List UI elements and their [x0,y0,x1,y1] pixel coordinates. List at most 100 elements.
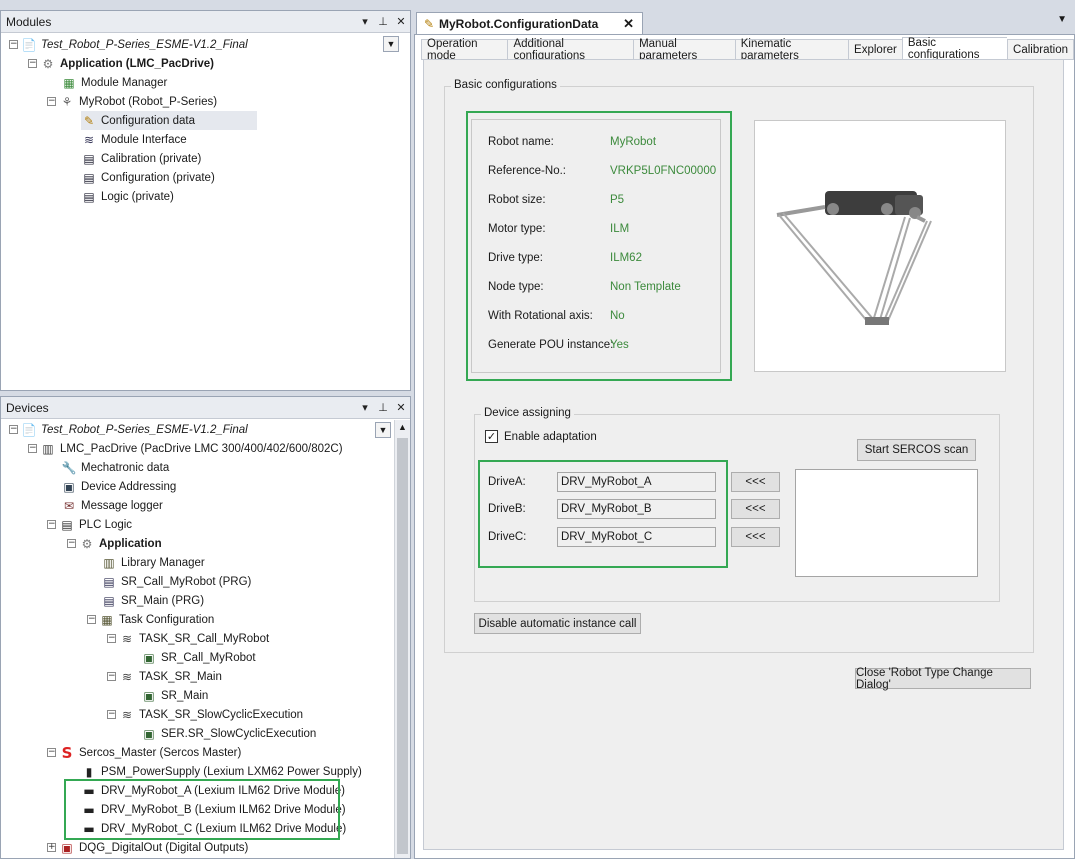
tree-item-sr-call-myrobot[interactable]: ▣ SR_Call_MyRobot [141,648,256,667]
tree-item-dqg-digitalout[interactable]: + ▣ DQG_DigitalOut (Digital Outputs) [47,838,248,857]
tree-item-project[interactable]: − 📄 Test_Robot_P-Series_ESME-V1.2_Final [9,420,248,439]
tree-item-sr-main[interactable]: ▣ SR_Main [141,686,208,705]
tree-item-sercos-master[interactable]: − S Sercos_Master (Sercos Master) [47,743,241,762]
pin-icon[interactable]: ⊥ [374,401,392,414]
tab-calibration[interactable]: Calibration [1007,39,1075,60]
close-robot-type-change-dialog-button[interactable]: Close 'Robot Type Change Dialog' [855,667,1031,691]
tab-basic-configurations[interactable]: Basic configurations [901,37,1008,61]
tree-item-task-sr-main[interactable]: − ≋ TASK_SR_Main [107,667,222,686]
drive-c-field[interactable]: DRV_MyRobot_C [557,527,716,547]
tree-item-task-sr-call-myrobot[interactable]: − ≋ TASK_SR_Call_MyRobot [107,629,269,648]
module-file-icon: ▤ [83,170,95,185]
tree-item-device-addressing[interactable]: ▣ Device Addressing [61,477,176,496]
prop-value: MyRobot [610,136,657,148]
module-file-icon: ▤ [83,151,95,166]
tree-item-mechatronic-data[interactable]: 🔧 Mechatronic data [61,458,170,477]
collapse-icon[interactable]: − [28,59,37,68]
controller-icon: ▥ [42,441,54,456]
collapse-icon[interactable]: − [9,425,18,434]
panel-menu-icon[interactable]: ▾ [356,401,374,414]
collapse-icon[interactable]: − [107,634,116,643]
assign-drive-a-button[interactable]: <<< [731,472,780,492]
sercos-scan-results-list[interactable] [795,469,978,577]
tree-item-calibration[interactable]: ▤ Calibration (private) [81,149,201,168]
tab-manual-parameters[interactable]: Manual parameters [633,38,735,62]
scroll-up-icon[interactable]: ▲ [398,422,407,432]
tree-item-message-logger[interactable]: ✉ Message logger [61,496,163,515]
close-icon[interactable]: ✕ [392,15,410,28]
tree-item-application[interactable]: − ⚙ Application [67,534,162,553]
collapse-icon[interactable]: − [67,539,76,548]
tree-dropdown-button[interactable]: ▼ [375,422,391,438]
tree-item-ser-sr-slowcyclic[interactable]: ▣ SER.SR_SlowCyclicExecution [141,724,316,743]
collapse-icon[interactable]: − [107,710,116,719]
tree-item-sr-call-myrobot-prg[interactable]: ▤ SR_Call_MyRobot (PRG) [101,572,251,591]
delta-robot-illustration [776,191,932,325]
tree-item-myrobot[interactable]: − ⚘ MyRobot (Robot_P-Series) [47,92,217,111]
tab-additional-configurations[interactable]: Additional configurations [507,38,634,62]
drive-b-field[interactable]: DRV_MyRobot_B [557,499,716,519]
tree-item-label: TASK_SR_Main [139,670,222,683]
module-file-icon: ▤ [83,189,95,204]
pou-call-icon: ▣ [143,688,155,703]
collapse-icon[interactable]: − [47,748,56,757]
drive-label: DriveB: [488,503,526,515]
panel-menu-icon[interactable]: ▾ [356,15,374,28]
prop-value: ILM62 [610,252,642,264]
tree-item-configuration-data[interactable]: ✎ Configuration data [81,111,257,130]
scrollbar-thumb[interactable] [397,438,408,854]
start-sercos-scan-button[interactable]: Start SERCOS scan [857,439,976,461]
tree-item-module-manager[interactable]: ▦ Module Manager [61,73,167,92]
document-tab[interactable]: ✎ MyRobot.ConfigurationData ✕ [416,12,643,34]
task-config-icon: ▦ [101,612,113,627]
editor-tabs: Operation mode Additional configurations… [421,37,1075,62]
tree-item-label: Application (LMC_PacDrive) [60,57,214,70]
tree-item-task-configuration[interactable]: − ▦ Task Configuration [87,610,214,629]
module-manager-icon: ▦ [63,75,75,90]
interface-icon: ≋ [83,132,95,147]
tree-item-module-interface[interactable]: ≋ Module Interface [81,130,187,149]
collapse-icon[interactable]: − [107,672,116,681]
tree-item-application[interactable]: − ⚙ Application (LMC_PacDrive) [28,54,214,73]
tab-explorer[interactable]: Explorer [848,39,902,60]
tree-item-library-manager[interactable]: ▥ Library Manager [101,553,204,572]
collapse-icon[interactable]: − [87,615,96,624]
prop-label: Node type: [488,281,544,293]
tab-operation-mode[interactable]: Operation mode [421,38,508,62]
tree-item-task-sr-slowcyclic[interactable]: − ≋ TASK_SR_SlowCyclicExecution [107,705,303,724]
disable-automatic-instance-call-button[interactable]: Disable automatic instance call [474,613,641,634]
collapse-icon[interactable]: − [9,40,18,49]
drive-label: DriveA: [488,476,526,488]
collapse-icon[interactable]: − [47,97,56,106]
checkbox-check-icon[interactable]: ✓ [485,430,498,443]
tree-item-project[interactable]: − 📄 Test_Robot_P-Series_ESME-V1.2_Final [9,35,248,54]
collapse-icon[interactable]: − [28,444,37,453]
tree-item-configuration[interactable]: ▤ Configuration (private) [81,168,214,187]
tab-kinematic-parameters[interactable]: Kinematic parameters [734,38,849,62]
sercos-icon: S [61,743,73,762]
devices-scrollbar[interactable]: ▲ [394,420,410,858]
close-tab-icon[interactable]: ✕ [623,16,634,32]
prop-label: Robot name: [488,136,554,148]
close-icon[interactable]: ✕ [392,401,410,414]
drive-a-field[interactable]: DRV_MyRobot_A [557,472,716,492]
tree-item-label: SR_Call_MyRobot [161,651,256,664]
tree-item-label: Message logger [81,499,163,512]
tree-item-sr-main-prg[interactable]: ▤ SR_Main (PRG) [101,591,204,610]
prop-value: Yes [610,339,629,351]
pou-call-icon: ▣ [143,650,155,665]
tree-dropdown-button[interactable]: ▼ [383,36,399,52]
assign-drive-b-button[interactable]: <<< [731,499,780,519]
assign-drive-c-button[interactable]: <<< [731,527,780,547]
pou-icon: ▤ [103,574,115,589]
tree-item-label: PSM_PowerSupply (Lexium LXM62 Power Supp… [101,765,362,778]
enable-adaptation-checkbox[interactable]: ✓ Enable adaptation [485,430,597,443]
expand-icon[interactable]: + [47,843,56,852]
drive-label: DriveC: [488,531,527,543]
tree-item-lmc-pacdrive[interactable]: − ▥ LMC_PacDrive (PacDrive LMC 300/400/4… [28,439,343,458]
collapse-icon[interactable]: − [47,520,56,529]
tab-list-icon[interactable]: ▼ [1057,14,1067,25]
pin-icon[interactable]: ⊥ [374,15,392,28]
tree-item-logic[interactable]: ▤ Logic (private) [81,187,174,206]
tree-item-plc-logic[interactable]: − ▤ PLC Logic [47,515,132,534]
